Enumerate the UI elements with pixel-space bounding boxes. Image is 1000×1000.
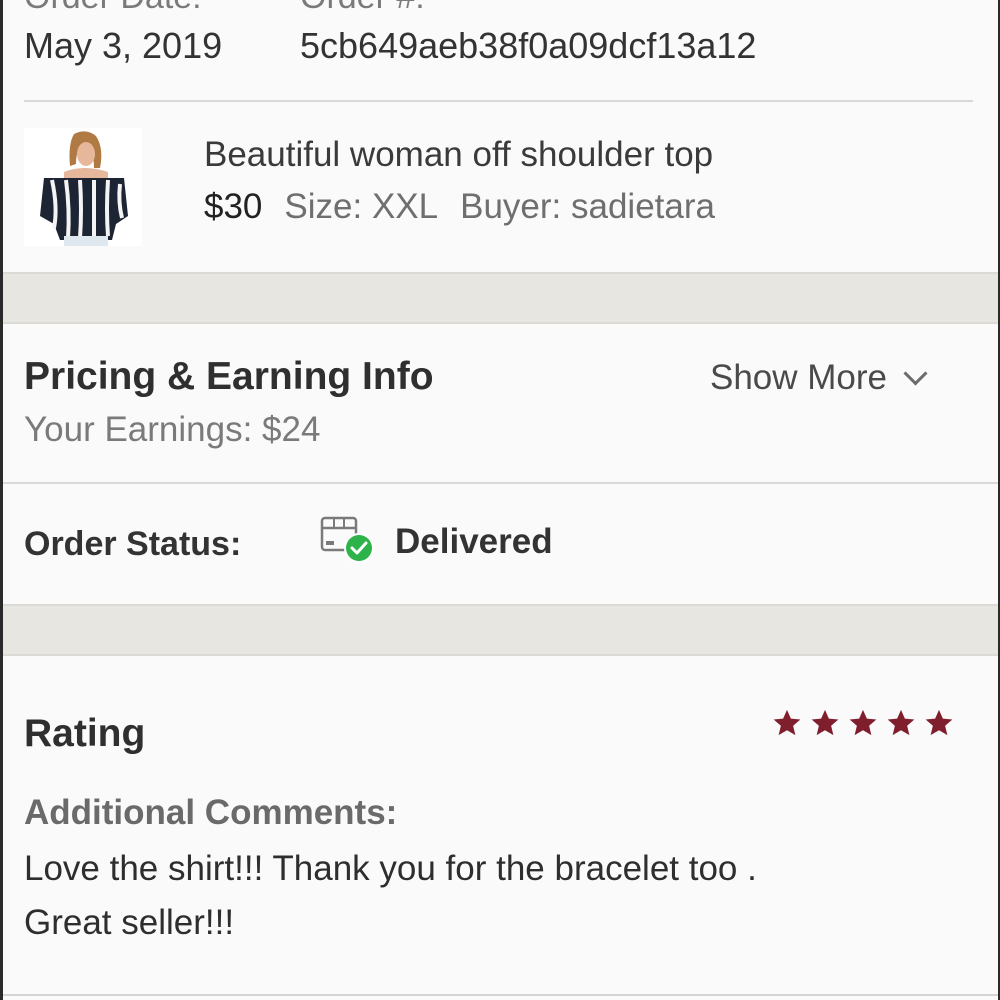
order-number-label: Order #: <box>300 0 425 17</box>
star-icon <box>849 709 877 736</box>
item-title[interactable]: Beautiful woman off shoulder top <box>204 135 713 175</box>
show-more-label: Show More <box>710 358 888 397</box>
item-size: Size: XXL <box>284 187 439 226</box>
order-number-value: 5cb649aeb38f0a09dcf13a12 <box>300 25 757 66</box>
order-status-value: Delivered <box>395 522 553 561</box>
product-thumbnail[interactable] <box>24 128 142 246</box>
pricing-section-title: Pricing & Earning Info <box>24 355 434 398</box>
item-buyer[interactable]: Buyer: sadietara <box>460 187 715 226</box>
item-meta: $30 Size: XXL Buyer: sadietara <box>204 187 715 227</box>
item-price: $30 <box>204 187 263 226</box>
star-icon <box>887 709 915 736</box>
divider <box>24 100 973 102</box>
star-icon <box>811 709 839 736</box>
section-separator <box>3 604 998 656</box>
screen-left-edge <box>0 0 3 1000</box>
your-earnings: Your Earnings: $24 <box>24 410 321 449</box>
show-more-button[interactable]: Show More <box>710 358 928 398</box>
star-icon <box>925 709 953 736</box>
star-icon <box>773 709 801 736</box>
order-header: Order Date: Order #: May 3, 2019 5cb649a… <box>24 0 976 108</box>
section-separator <box>3 272 998 324</box>
additional-comments-label: Additional Comments: <box>24 793 398 832</box>
additional-comments-text: Love the shirt!!! Thank you for the brac… <box>24 849 757 942</box>
product-photo-icon <box>24 128 142 246</box>
delivered-package-check-icon <box>318 512 378 564</box>
order-date-value: May 3, 2019 <box>24 25 223 66</box>
divider <box>3 482 998 484</box>
rating-section-title: Rating <box>24 712 146 755</box>
order-date-label: Order Date: <box>24 0 202 17</box>
order-status-label: Order Status: <box>24 525 242 563</box>
divider <box>3 994 998 996</box>
chevron-down-icon <box>903 360 928 386</box>
rating-stars <box>772 708 954 738</box>
